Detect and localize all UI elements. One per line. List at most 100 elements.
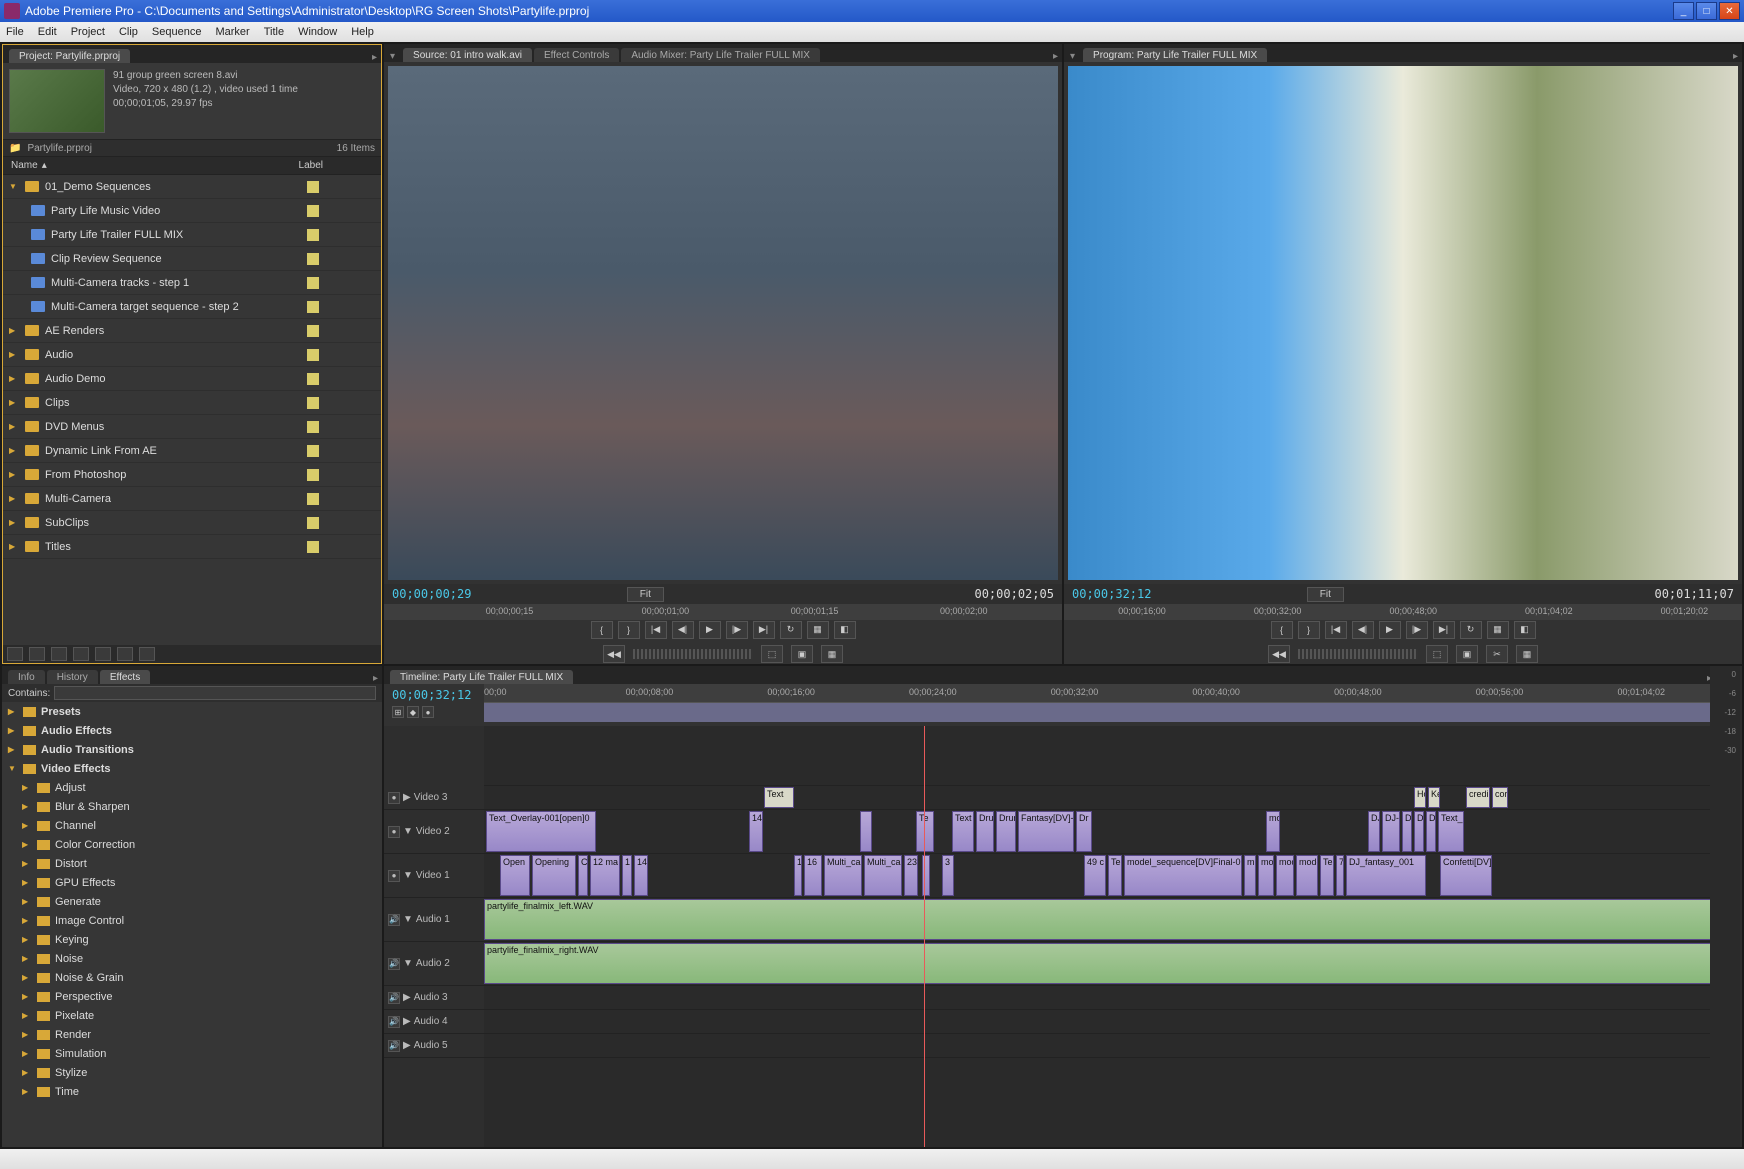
fx-category[interactable]: ▶Perspective xyxy=(2,987,382,1006)
video-clip[interactable]: 16 xyxy=(804,855,822,896)
video-clip[interactable]: Cr xyxy=(578,855,588,896)
video-clip[interactable]: Text_ xyxy=(1438,811,1464,852)
video-clip[interactable]: DJ xyxy=(1414,811,1424,852)
tab-project[interactable]: Project: Partylife.prproj xyxy=(9,49,130,63)
new-bin-button[interactable] xyxy=(95,647,111,661)
tab-effect-controls[interactable]: Effect Controls xyxy=(534,48,619,62)
video-clip[interactable]: 1 xyxy=(622,855,632,896)
goto-out-button[interactable]: ▶| xyxy=(753,621,775,639)
video-clip[interactable]: Text_Overlay-001[open]0 xyxy=(486,811,596,852)
video-clip[interactable]: Te xyxy=(1320,855,1334,896)
fx-category[interactable]: ▶Color Correction xyxy=(2,835,382,854)
tab-program[interactable]: Program: Party Life Trailer FULL MIX xyxy=(1083,48,1267,62)
source-ruler[interactable]: 00;00;00;1500;00;01;00 00;00;01;1500;00;… xyxy=(384,604,1062,620)
audio-clip[interactable]: partylife_finalmix_right.WAV xyxy=(484,943,1716,984)
track-head-v2[interactable]: ●▼Video 2 xyxy=(384,810,484,854)
folder-item[interactable]: ▶Audio xyxy=(3,343,381,367)
fx-category[interactable]: ▶Stylize xyxy=(2,1063,382,1082)
close-button[interactable]: ✕ xyxy=(1719,2,1740,20)
fx-audio-effects[interactable]: ▶Audio Effects xyxy=(2,721,382,740)
timeline-timecode[interactable]: 00;00;32;12 xyxy=(392,688,476,702)
menu-clip[interactable]: Clip xyxy=(119,26,138,38)
extract-button[interactable]: ▣ xyxy=(1456,645,1478,663)
timeline-tracks[interactable]: TextHcKecredicor Text_Overlay-001[open]0… xyxy=(484,726,1716,1147)
video-clip[interactable]: 23 xyxy=(904,855,918,896)
clip-thumbnail[interactable] xyxy=(9,69,105,133)
video-clip[interactable]: DJ xyxy=(1368,811,1380,852)
track-head-v1[interactable]: ●▼Video 1 xyxy=(384,854,484,898)
video-clip[interactable]: mi xyxy=(1244,855,1256,896)
fx-audio-transitions[interactable]: ▶Audio Transitions xyxy=(2,740,382,759)
fit-dropdown[interactable]: Fit xyxy=(1307,587,1344,602)
video-clip[interactable]: 7 xyxy=(1336,855,1344,896)
fx-category[interactable]: ▶Noise xyxy=(2,949,382,968)
effects-search-input[interactable] xyxy=(54,686,376,700)
fx-category[interactable]: ▶Image Control xyxy=(2,911,382,930)
safe-margins-button[interactable]: ▦ xyxy=(1487,621,1509,639)
goto-out-button[interactable]: ▶| xyxy=(1433,621,1455,639)
video-clip[interactable]: 12 ma xyxy=(590,855,620,896)
panel-menu-icon[interactable]: ▸ xyxy=(373,673,378,684)
video-clip[interactable]: Te xyxy=(1108,855,1122,896)
menu-help[interactable]: Help xyxy=(351,26,374,38)
folder-item[interactable]: ▶Multi-Camera xyxy=(3,487,381,511)
menu-sequence[interactable]: Sequence xyxy=(152,26,202,38)
video-clip[interactable]: 3 xyxy=(942,855,954,896)
tab-timeline[interactable]: Timeline: Party Life Trailer FULL MIX xyxy=(390,670,573,684)
folder-item[interactable]: ▶Dynamic Link From AE xyxy=(3,439,381,463)
video-clip[interactable]: Open xyxy=(500,855,530,896)
tab-effects[interactable]: Effects xyxy=(100,670,150,684)
video-clip[interactable]: Text xyxy=(952,811,974,852)
video-clip[interactable]: Fantasy[DV]-0 xyxy=(1018,811,1074,852)
fx-category[interactable]: ▶Time xyxy=(2,1082,382,1101)
fx-category[interactable]: ▶Adjust xyxy=(2,778,382,797)
step-fwd-button[interactable]: |▶ xyxy=(1406,621,1428,639)
folder-demo-sequences[interactable]: ▼01_Demo Sequences xyxy=(3,175,381,199)
video-clip[interactable]: 14 xyxy=(749,811,763,852)
loop-button[interactable]: ↻ xyxy=(780,621,802,639)
video-clip[interactable]: Dr xyxy=(1076,811,1092,852)
fx-category[interactable]: ▶Keying xyxy=(2,930,382,949)
sequence-item[interactable]: Multi-Camera target sequence - step 2 xyxy=(3,295,381,319)
list-view-button[interactable] xyxy=(7,647,23,661)
panel-menu-icon[interactable]: ▸ xyxy=(1733,51,1738,62)
video-clip[interactable]: mode xyxy=(1296,855,1318,896)
fx-category[interactable]: ▶Generate xyxy=(2,892,382,911)
folder-item[interactable]: ▶Titles xyxy=(3,535,381,559)
jog-left-button[interactable]: ◀◀ xyxy=(1268,645,1290,663)
video-clip[interactable]: Hc xyxy=(1414,787,1426,808)
source-viewport[interactable] xyxy=(388,66,1058,580)
menu-edit[interactable]: Edit xyxy=(38,26,57,38)
project-tree[interactable]: ▼01_Demo Sequences Party Life Music Vide… xyxy=(3,175,381,645)
automate-button[interactable] xyxy=(51,647,67,661)
menu-file[interactable]: File xyxy=(6,26,24,38)
track-head-a1[interactable]: 🔊▼Audio 1 xyxy=(384,898,484,942)
jog-left-button[interactable]: ◀◀ xyxy=(603,645,625,663)
video-clip[interactable]: 49 c xyxy=(1084,855,1106,896)
lift-button[interactable]: ⬚ xyxy=(1426,645,1448,663)
video-clip[interactable]: Drum xyxy=(996,811,1016,852)
source-timecode-in[interactable]: 00;00;00;29 xyxy=(392,587,471,601)
track-head-a3[interactable]: 🔊▶Audio 3 xyxy=(384,986,484,1010)
set-out-button[interactable]: } xyxy=(618,621,640,639)
track-head-a4[interactable]: 🔊▶Audio 4 xyxy=(384,1010,484,1034)
video-clip[interactable]: model_sequence[DV]Final-00 xyxy=(1124,855,1242,896)
snap-button[interactable]: ⊞ xyxy=(392,706,404,718)
menu-marker[interactable]: Marker xyxy=(215,26,249,38)
sequence-item[interactable]: Party Life Trailer FULL MIX xyxy=(3,223,381,247)
zoom-button[interactable]: ● xyxy=(422,706,434,718)
goto-in-button[interactable]: |◀ xyxy=(1325,621,1347,639)
find-button[interactable] xyxy=(73,647,89,661)
fx-category[interactable]: ▶Render xyxy=(2,1025,382,1044)
shuttle-slider[interactable] xyxy=(633,649,753,659)
track-head-v3[interactable]: ●▶Video 3 xyxy=(384,786,484,810)
folder-item[interactable]: ▶AE Renders xyxy=(3,319,381,343)
video-clip[interactable]: mod xyxy=(1276,855,1294,896)
icon-view-button[interactable] xyxy=(29,647,45,661)
menu-project[interactable]: Project xyxy=(71,26,105,38)
video-clip[interactable]: mo xyxy=(1266,811,1280,852)
effects-tree[interactable]: ▶Presets ▶Audio Effects ▶Audio Transitio… xyxy=(2,702,382,1147)
menu-title[interactable]: Title xyxy=(264,26,284,38)
video-clip[interactable]: cor xyxy=(1492,787,1508,808)
program-timecode-in[interactable]: 00;00;32;12 xyxy=(1072,587,1151,601)
